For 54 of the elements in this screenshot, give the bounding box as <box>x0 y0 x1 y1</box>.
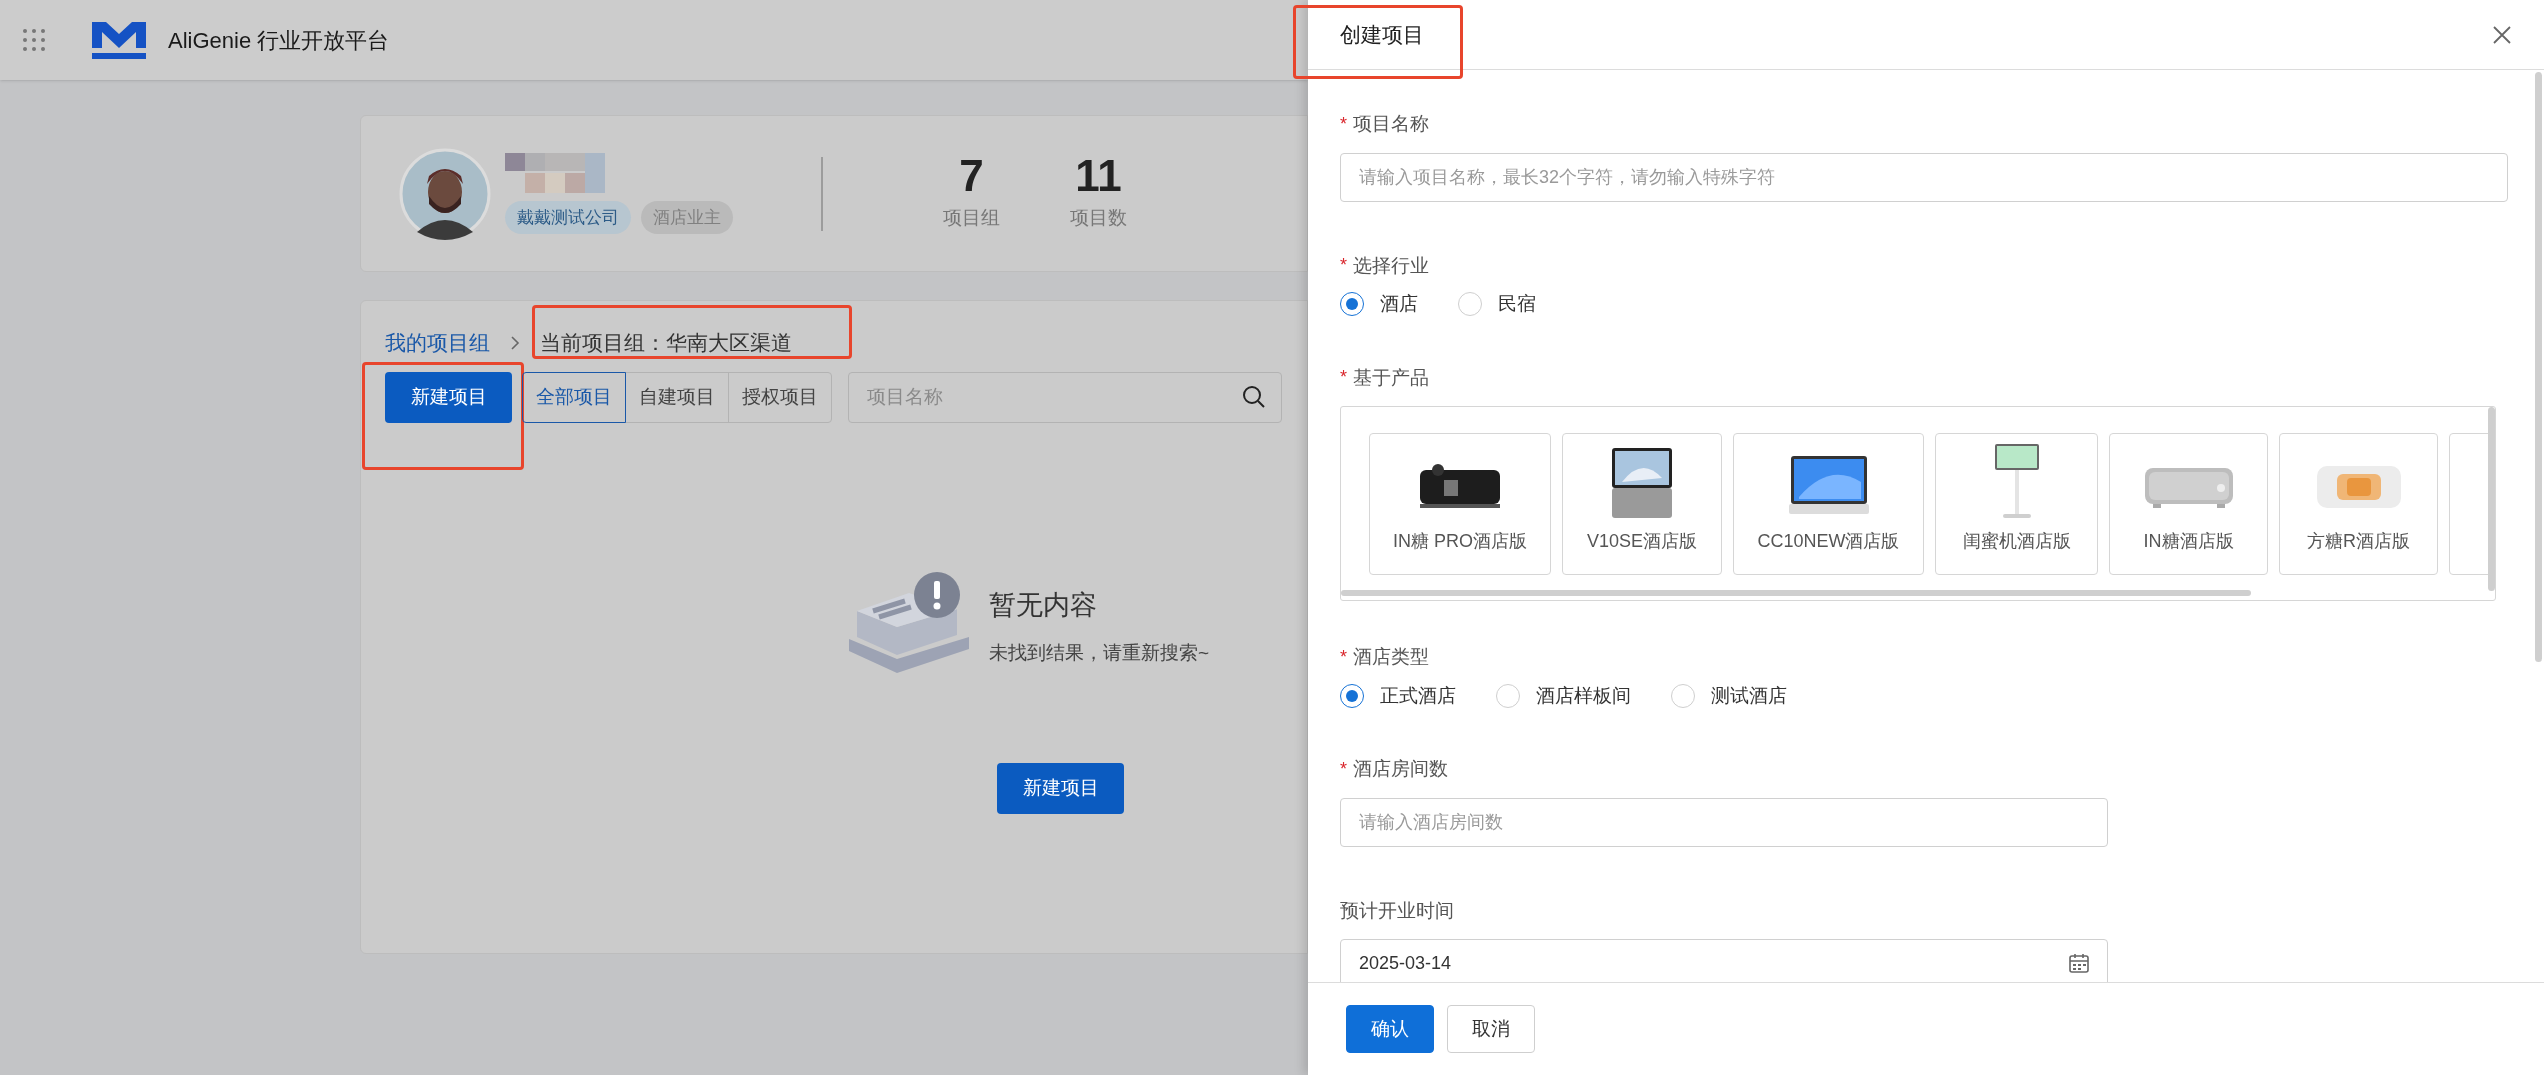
filter-tab[interactable]: 全部项目 <box>522 371 626 423</box>
company-tag: 戴戴测试公司 <box>505 200 631 235</box>
product-card[interactable]: CC10NEW酒店版 <box>1733 433 1924 575</box>
required-asterisk: * <box>1340 645 1347 669</box>
stat-value: 7 <box>959 154 984 199</box>
radio-option[interactable]: 酒店 <box>1340 290 1418 319</box>
drawer-title: 创建项目 <box>1340 21 1424 48</box>
required-asterisk: * <box>1340 112 1347 136</box>
role-tag: 酒店业主 <box>641 200 733 235</box>
product-card[interactable]: IN糖 PRO酒店版 <box>1369 433 1551 575</box>
product-card[interactable]: 方糖R酒店版 <box>2279 433 2438 575</box>
field-label: 选择行业 <box>1353 253 1429 278</box>
filter-tab[interactable]: 授权项目 <box>728 371 832 423</box>
required-asterisk: * <box>1340 254 1347 278</box>
text-input[interactable]: 请输入项目名称，最长32个字符，请勿输入特殊字符 <box>1340 152 2508 202</box>
radio-option[interactable]: 测试酒店 <box>1671 681 1787 710</box>
required-asterisk: * <box>1340 757 1347 781</box>
scrollbar-thumb[interactable] <box>1341 590 2251 596</box>
stat-label: 项目数 <box>1070 206 1127 231</box>
chevron-right-icon <box>510 335 520 351</box>
required-asterisk: * <box>1340 366 1347 390</box>
cancel-button[interactable]: 取消 <box>1447 1005 1535 1053</box>
search-icon[interactable] <box>1242 384 1266 409</box>
field-label: 酒店类型 <box>1353 645 1429 669</box>
app-grid-icon[interactable] <box>22 28 46 52</box>
radio-option[interactable]: 正式酒店 <box>1340 681 1456 710</box>
app-title: AliGenie 行业开放平台 <box>168 26 390 55</box>
product-card[interactable]: IN糖酒店版 <box>2109 433 2268 575</box>
product-card[interactable]: 闺蜜机酒店版 <box>1935 433 2098 575</box>
field-label: 项目名称 <box>1353 112 1429 136</box>
product-card[interactable]: V10SE酒店版 <box>1562 433 1722 575</box>
new-project-button[interactable]: 新建项目 <box>997 763 1124 814</box>
new-project-button[interactable]: 新建项目 <box>385 371 512 423</box>
scrollbar-thumb[interactable] <box>2535 72 2542 662</box>
stat-value: 11 <box>1075 154 1122 199</box>
date-input[interactable]: 2025-03-14 <box>1340 939 2108 982</box>
scrollbar-thumb[interactable] <box>2488 407 2495 591</box>
radio-option[interactable]: 民宿 <box>1458 290 1536 319</box>
radio-option[interactable]: 酒店样板间 <box>1496 681 1631 710</box>
text-input[interactable]: 请输入酒店房间数 <box>1340 797 2108 847</box>
stat-label: 项目组 <box>943 206 1000 231</box>
confirm-button[interactable]: 确认 <box>1346 1005 1434 1053</box>
field-label: 酒店房间数 <box>1353 757 1448 781</box>
field-label: 基于产品 <box>1353 365 1429 390</box>
calendar-icon[interactable] <box>2068 952 2090 974</box>
search-field[interactable]: 项目名称 <box>848 371 1282 423</box>
empty-state-title: 暂无内容 <box>989 588 1098 622</box>
empty-state-message: 未找到结果，请重新搜索~ <box>989 641 1210 665</box>
filter-tab[interactable]: 自建项目 <box>625 371 729 423</box>
breadcrumb-link[interactable]: 我的项目组 <box>385 327 490 359</box>
close-icon[interactable] <box>2492 24 2512 45</box>
current-group-title: 当前项目组：华南大区渠道 <box>540 330 792 357</box>
field-label: 预计开业时间 <box>1340 898 1454 923</box>
logo-icon <box>90 20 148 60</box>
